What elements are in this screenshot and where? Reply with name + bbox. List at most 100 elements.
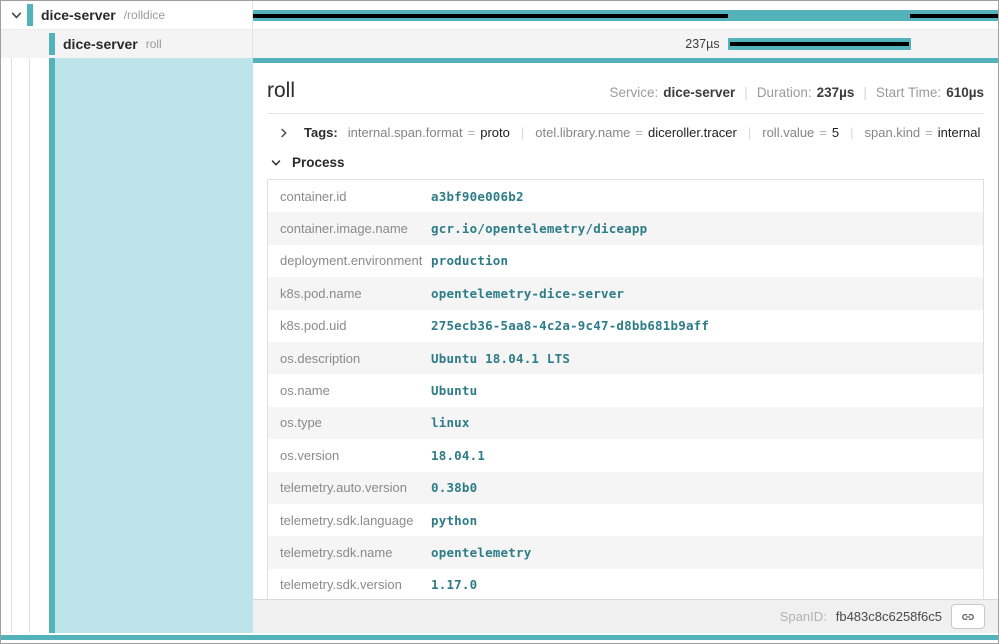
- tag-equals: =: [635, 125, 643, 140]
- tag-divider: |: [839, 125, 864, 140]
- start-time-value: 610µs: [946, 85, 984, 100]
- indent-guide: [11, 58, 12, 633]
- table-row: deployment.environmentproduction: [268, 245, 983, 277]
- span-title: roll: [267, 79, 295, 103]
- service-name: dice-server: [41, 7, 116, 23]
- kv-value: gcr.io/opentelemetry/diceapp: [431, 221, 647, 236]
- tag-divider: |: [510, 125, 535, 140]
- span-detail-footer: SpanID: fb483c8c6258f6c5: [253, 599, 998, 633]
- duration-label: Duration:: [757, 85, 812, 100]
- span-detail-body: roll Service: dice-server | Duration: 23…: [253, 63, 998, 599]
- table-row: container.ida3bf90e006b2: [268, 180, 983, 212]
- table-row: os.typelinux: [268, 407, 983, 439]
- service-color-strip: [27, 4, 33, 26]
- tag-key: roll.value: [762, 125, 814, 140]
- tag-key: otel.library.name: [535, 125, 630, 140]
- kv-key: telemetry.sdk.language: [268, 513, 431, 528]
- kv-value: Ubuntu 18.04.1 LTS: [431, 351, 570, 366]
- kv-key: os.description: [268, 351, 431, 366]
- span-duration-label: 237µs: [685, 37, 719, 51]
- start-time-label: Start Time:: [876, 85, 941, 100]
- kv-value: python: [431, 513, 477, 528]
- spanid-value: fb483c8c6258f6c5: [836, 609, 942, 624]
- copy-link-button[interactable]: [951, 604, 985, 629]
- kv-key: os.name: [268, 383, 431, 398]
- tag-item: span.kind = internal: [865, 125, 981, 140]
- detail-bottom-border: [1, 635, 998, 640]
- kv-key: os.type: [268, 415, 431, 430]
- duration-value: 237µs: [817, 85, 855, 100]
- kv-key: deployment.environment: [268, 253, 431, 268]
- tag-equals: =: [468, 125, 476, 140]
- meta-divider: |: [854, 85, 876, 100]
- kv-value: a3bf90e006b2: [431, 189, 524, 204]
- kv-value: linux: [431, 415, 470, 430]
- tag-value: internal: [938, 125, 981, 140]
- span-name-cell-roll[interactable]: dice-server roll: [1, 30, 253, 58]
- spanid-label: SpanID:: [780, 609, 827, 624]
- table-row: telemetry.auto.version0.38b0: [268, 472, 983, 504]
- process-label: Process: [292, 155, 345, 170]
- kv-key: telemetry.sdk.version: [268, 577, 431, 592]
- service-name: dice-server: [63, 36, 138, 52]
- table-row: os.nameUbuntu: [268, 374, 983, 406]
- process-accordion-header[interactable]: Process: [269, 155, 984, 170]
- tag-value: 5: [832, 125, 839, 140]
- service-value: dice-server: [663, 85, 735, 100]
- jaeger-trace-view: dice-server /rolldice dice-server roll 2…: [0, 0, 999, 644]
- chevron-right-icon[interactable]: [277, 126, 291, 140]
- tag-divider: |: [737, 125, 762, 140]
- process-kv-table: container.ida3bf90e006b2 container.image…: [267, 179, 984, 599]
- kv-key: telemetry.sdk.name: [268, 545, 431, 560]
- tag-equals: =: [925, 125, 933, 140]
- kv-value: opentelemetry-dice-server: [431, 286, 624, 301]
- tag-item: internal.span.format = proto: [348, 125, 510, 140]
- span-bar-area-roll[interactable]: 237µs: [253, 30, 998, 58]
- span-bar-roll[interactable]: [728, 38, 911, 50]
- chevron-down-icon[interactable]: [269, 156, 283, 170]
- span-detail-panel: roll Service: dice-server | Duration: 23…: [253, 58, 998, 633]
- operation-name: /rolldice: [124, 8, 165, 22]
- tag-item: roll.value = 5: [762, 125, 839, 140]
- span-tree-gutter: [1, 58, 253, 633]
- kv-value: opentelemetry: [431, 545, 531, 560]
- tag-value: diceroller.tracer: [648, 125, 737, 140]
- span-meta: Service: dice-server | Duration: 237µs |…: [609, 85, 984, 100]
- kv-key: container.id: [268, 189, 431, 204]
- tags-label: Tags:: [304, 125, 338, 140]
- kv-key: k8s.pod.uid: [268, 318, 431, 333]
- indent-guide: [29, 58, 30, 633]
- kv-value: 0.38b0: [431, 480, 477, 495]
- table-row: container.image.namegcr.io/opentelemetry…: [268, 212, 983, 244]
- chevron-down-icon[interactable]: [9, 8, 23, 22]
- tag-key: span.kind: [865, 125, 921, 140]
- kv-key: container.image.name: [268, 221, 431, 236]
- tags-accordion-header[interactable]: Tags: internal.span.format = proto | ote…: [267, 114, 984, 150]
- kv-value: Ubuntu: [431, 383, 477, 398]
- span-row-roll[interactable]: dice-server roll 237µs: [1, 30, 998, 58]
- table-row: k8s.pod.uid275ecb36-5aa8-4c2a-9c47-d8bb6…: [268, 310, 983, 342]
- kv-key: telemetry.auto.version: [268, 480, 431, 495]
- service-label: Service:: [609, 85, 658, 100]
- tag-key: internal.span.format: [348, 125, 463, 140]
- kv-value: 1.17.0: [431, 577, 477, 592]
- child-span-overlay-segment: [910, 14, 998, 18]
- table-row: telemetry.sdk.languagepython: [268, 504, 983, 536]
- kv-value: 18.04.1: [431, 448, 485, 463]
- kv-value: production: [431, 253, 508, 268]
- kv-value: 275ecb36-5aa8-4c2a-9c47-d8bb681b9aff: [431, 318, 709, 333]
- link-icon: [960, 609, 976, 625]
- kv-key: k8s.pod.name: [268, 286, 431, 301]
- table-row: os.version18.04.1: [268, 439, 983, 471]
- tag-value: proto: [480, 125, 510, 140]
- kv-key: os.version: [268, 448, 431, 463]
- table-row: os.descriptionUbuntu 18.04.1 LTS: [268, 342, 983, 374]
- meta-divider: |: [735, 85, 757, 100]
- span-bar-area-rolldice[interactable]: [253, 1, 998, 29]
- span-row-rolldice[interactable]: dice-server /rolldice: [1, 1, 998, 30]
- span-name-cell-rolldice[interactable]: dice-server /rolldice: [1, 1, 253, 29]
- table-row: telemetry.sdk.version1.17.0: [268, 569, 983, 599]
- operation-name: roll: [146, 37, 162, 51]
- service-color-strip: [49, 33, 55, 55]
- tag-equals: =: [819, 125, 827, 140]
